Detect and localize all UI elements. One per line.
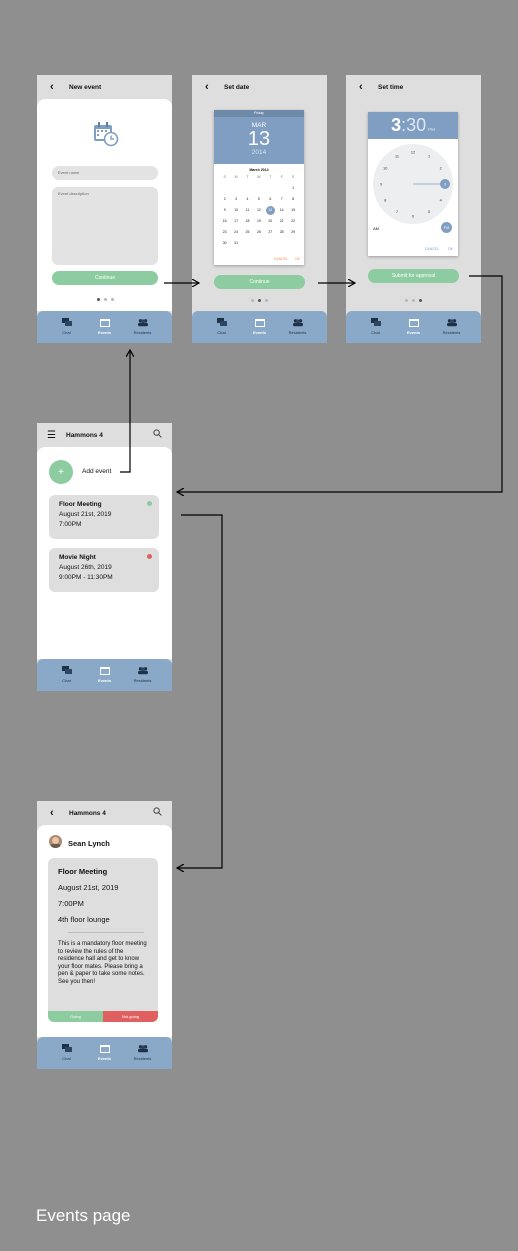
page-caption: Events page: [36, 1206, 131, 1225]
arrow-event-card-to-detail: [177, 514, 223, 868]
arrow-add-event-to-new-event: [120, 350, 130, 473]
arrow-set-time-to-events-list: [177, 275, 503, 492]
flow-arrows: [120, 275, 503, 1251]
